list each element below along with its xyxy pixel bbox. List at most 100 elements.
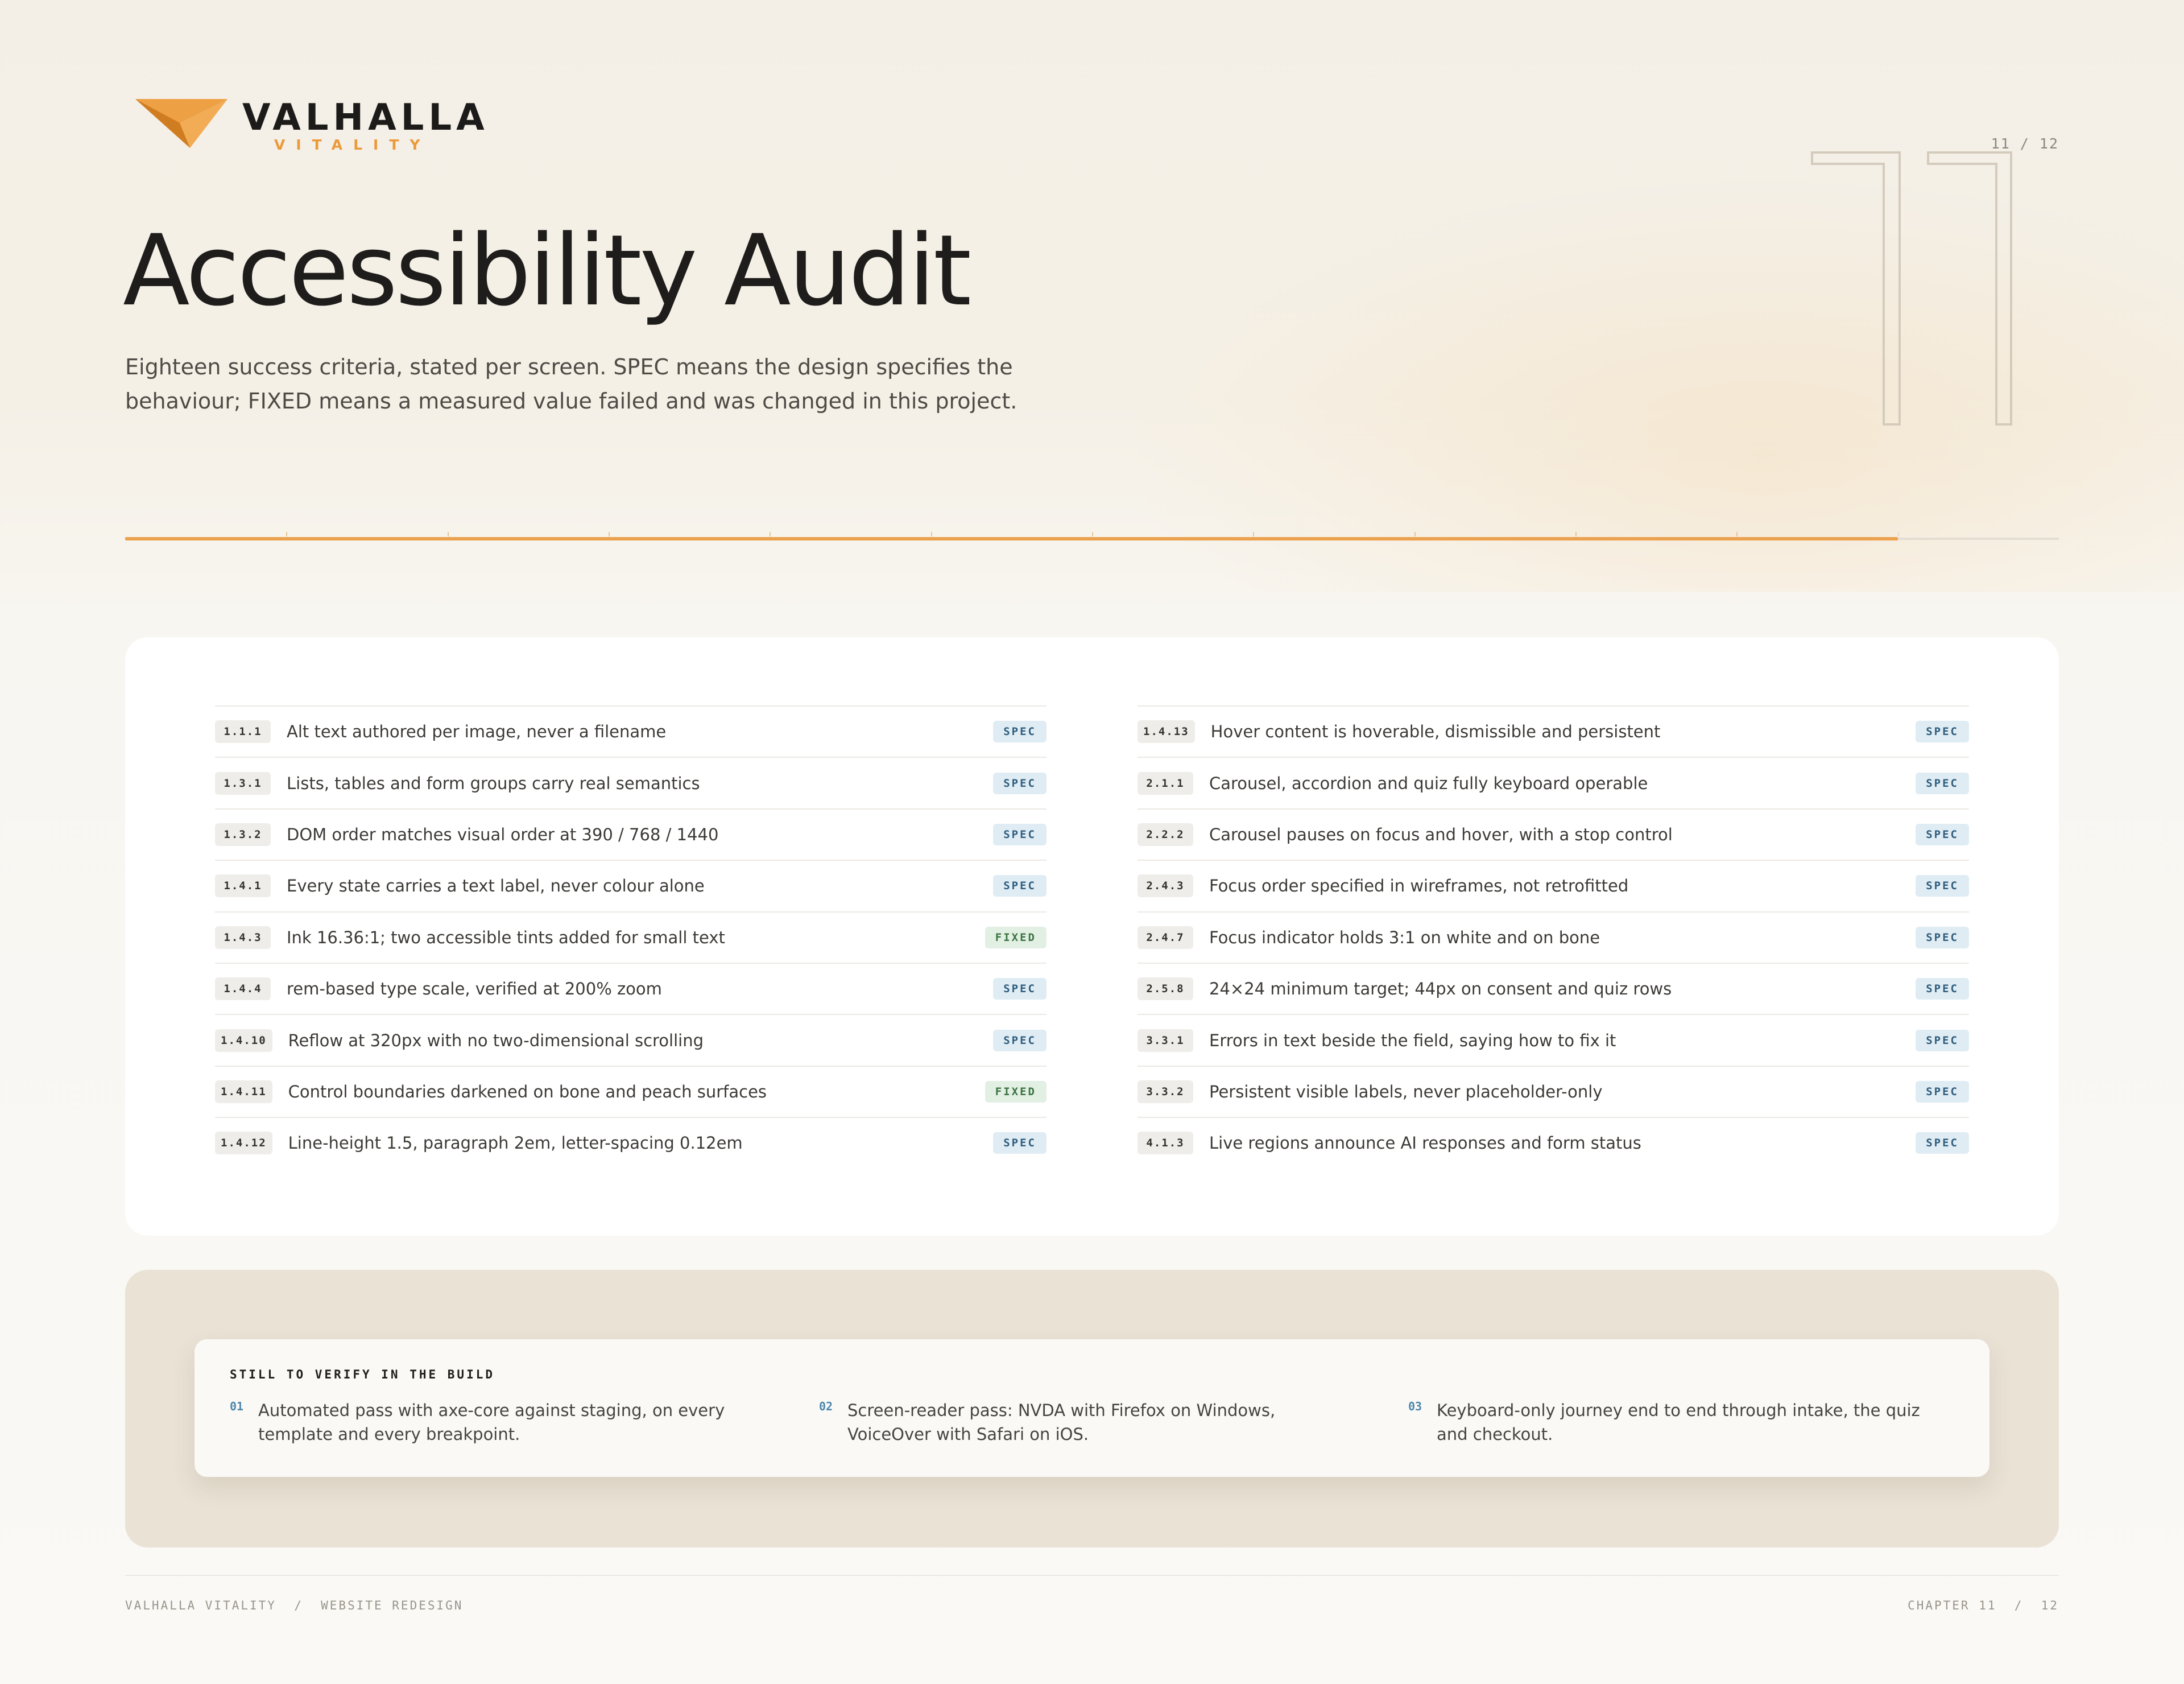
progress-tick xyxy=(930,532,932,536)
progress-tick xyxy=(1414,532,1416,536)
criterion-text: Carousel pauses on focus and hover, with… xyxy=(1209,824,1673,844)
criterion-code: 1.1.1 xyxy=(215,720,271,744)
criterion-text: DOM order matches visual order at 390 / … xyxy=(287,824,719,844)
criterion-text: Every state carries a text label, never … xyxy=(287,876,705,896)
progress-tick xyxy=(1253,532,1255,536)
criterion-text: Carousel, accordion and quiz fully keybo… xyxy=(1209,773,1648,793)
criterion-row: 1.4.4 rem-based type scale, verified at 2… xyxy=(215,962,1046,1014)
progress-tick xyxy=(1575,532,1577,536)
criterion-text: Errors in text beside the field, saying … xyxy=(1209,1030,1616,1050)
criterion-row: 3.3.2 Persistent visible labels, never pl… xyxy=(1138,1065,1969,1117)
verify-title: STILL TO VERIFY IN THE BUILD xyxy=(230,1368,495,1381)
criterion-row: 2.1.1 Carousel, accordion and quiz fully … xyxy=(1138,757,1969,808)
status-badge: SPEC xyxy=(1916,721,1969,743)
verify-item-text: Automated pass with axe-core against sta… xyxy=(258,1401,725,1444)
status-badge: SPEC xyxy=(993,1029,1046,1051)
criterion-code: 1.4.11 xyxy=(215,1080,272,1103)
criterion-text: Live regions announce AI responses and f… xyxy=(1209,1133,1641,1153)
verify-card: STILL TO VERIFY IN THE BUILD 01 Automate… xyxy=(195,1339,1989,1477)
criterion-code: 1.4.10 xyxy=(215,1029,272,1052)
criterion-text: Reflow at 320px with no two-dimensional … xyxy=(288,1030,704,1050)
status-badge: SPEC xyxy=(1916,823,1969,845)
progress-tick xyxy=(286,532,288,536)
criterion-code: 1.4.13 xyxy=(1138,720,1195,744)
verify-item-text: Keyboard-only journey end to end through… xyxy=(1437,1401,1920,1444)
progress-tick xyxy=(1092,532,1093,536)
status-badge: SPEC xyxy=(1916,1080,1969,1103)
criterion-row: 2.2.2 Carousel pauses on focus and hover,… xyxy=(1138,808,1969,860)
criterion-code: 1.3.2 xyxy=(215,823,271,846)
criterion-code: 3.3.2 xyxy=(1138,1080,1193,1103)
status-badge: SPEC xyxy=(1916,978,1969,1000)
criterion-text: Ink 16.36:1; two accessible tints added … xyxy=(287,927,725,947)
criterion-row: 1.4.10 Reflow at 320px with no two-dimens… xyxy=(215,1014,1046,1065)
criterion-code: 3.3.1 xyxy=(1138,1029,1193,1052)
criterion-code: 1.4.12 xyxy=(215,1132,272,1155)
criterion-text: Persistent visible labels, never placeho… xyxy=(1209,1082,1603,1101)
criterion-row: 1.4.12 Line-height 1.5, paragraph 2em, le… xyxy=(215,1117,1046,1168)
status-badge: SPEC xyxy=(993,823,1046,845)
logo-mark-icon xyxy=(135,99,228,148)
criterion-row: 4.1.3 Live regions announce AI responses … xyxy=(1138,1117,1969,1168)
criterion-code: 2.4.3 xyxy=(1138,874,1193,898)
footer-project: VALHALLA VITALITY / WEBSITE REDESIGN xyxy=(125,1599,464,1612)
footer-chapter: CHAPTER 11 / 12 xyxy=(1908,1599,2059,1612)
criterion-row: 1.4.11 Control boundaries darkened on bon… xyxy=(215,1065,1046,1117)
criterion-text: Line-height 1.5, paragraph 2em, letter-s… xyxy=(288,1133,743,1153)
progress-tick xyxy=(447,532,449,536)
criterion-text: Hover content is hoverable, dismissible … xyxy=(1210,722,1661,742)
criterion-code: 2.1.1 xyxy=(1138,771,1193,795)
verify-panel: STILL TO VERIFY IN THE BUILD 01 Automate… xyxy=(125,1270,2059,1547)
brand-name: VALHALLA xyxy=(242,97,489,139)
brand-tagline: VITALITY xyxy=(274,137,431,153)
criterion-row: 2.5.8 24×24 minimum target; 44px on conse… xyxy=(1138,962,1969,1014)
criterion-row: 1.4.13 Hover content is hoverable, dismis… xyxy=(1138,705,1969,757)
criterion-row: 1.3.1 Lists, tables and form groups carry… xyxy=(215,757,1046,808)
verify-item-number: 03 xyxy=(1408,1400,1422,1413)
verify-item-number: 02 xyxy=(819,1400,833,1413)
criterion-code: 1.4.3 xyxy=(215,926,271,949)
criterion-code: 4.1.3 xyxy=(1138,1132,1193,1155)
status-badge: FIXED xyxy=(985,926,1046,948)
status-badge: FIXED xyxy=(985,1080,1046,1103)
progress-tick xyxy=(1736,532,1738,536)
criterion-row: 2.4.7 Focus indicator holds 3:1 on white … xyxy=(1138,911,1969,963)
criterion-text: Alt text authored per image, never a fil… xyxy=(287,722,667,742)
criterion-row: 2.4.3 Focus order specified in wireframes… xyxy=(1138,860,1969,911)
criteria-column-left: 1.1.1 Alt text authored per image, never … xyxy=(215,705,1046,1169)
criterion-text: rem-based type scale, verified at 200% z… xyxy=(287,979,662,999)
chapter-number-outline xyxy=(1811,151,2012,426)
criterion-code: 1.4.4 xyxy=(215,977,271,1001)
brand-logo[interactable]: VALHALLA VITALITY xyxy=(135,96,485,153)
status-badge: SPEC xyxy=(1916,1132,1969,1154)
criteria-card: 1.1.1 Alt text authored per image, never … xyxy=(125,637,2059,1236)
criterion-row: 1.3.2 DOM order matches visual order at 3… xyxy=(215,808,1046,860)
criterion-code: 1.4.1 xyxy=(215,874,271,898)
chapter-progress-bar xyxy=(125,532,2059,541)
criterion-row: 1.4.1 Every state carries a text label, n… xyxy=(215,860,1046,911)
progress-tick xyxy=(770,532,771,536)
criterion-text: Focus order specified in wireframes, not… xyxy=(1209,876,1629,896)
status-badge: SPEC xyxy=(993,721,1046,743)
progress-tick xyxy=(1897,532,1899,536)
criterion-text: Focus indicator holds 3:1 on white and o… xyxy=(1209,927,1600,947)
status-badge: SPEC xyxy=(993,875,1046,897)
criterion-code: 2.4.7 xyxy=(1138,926,1193,949)
status-badge: SPEC xyxy=(1916,875,1969,897)
status-badge: SPEC xyxy=(1916,926,1969,948)
criterion-row: 3.3.1 Errors in text beside the field, sa… xyxy=(1138,1014,1969,1065)
criterion-code: 2.5.8 xyxy=(1138,977,1193,1001)
criterion-row: 1.1.1 Alt text authored per image, never … xyxy=(215,705,1046,757)
criteria-column-right: 1.4.13 Hover content is hoverable, dismis… xyxy=(1138,705,1969,1169)
verify-item-text: Screen-reader pass: NVDA with Firefox on… xyxy=(847,1401,1276,1444)
criterion-code: 1.3.1 xyxy=(215,771,271,795)
criterion-text: Control boundaries darkened on bone and … xyxy=(288,1082,767,1101)
page-title: Accessibility Audit xyxy=(123,213,971,328)
footer-divider xyxy=(125,1575,2059,1576)
verify-item-number: 01 xyxy=(230,1400,244,1413)
criterion-text: Lists, tables and form groups carry real… xyxy=(287,773,700,793)
criterion-row: 1.4.3 Ink 16.36:1; two accessible tints a… xyxy=(215,911,1046,963)
status-badge: SPEC xyxy=(993,978,1046,1000)
status-badge: SPEC xyxy=(1916,1029,1969,1051)
status-badge: SPEC xyxy=(993,772,1046,794)
